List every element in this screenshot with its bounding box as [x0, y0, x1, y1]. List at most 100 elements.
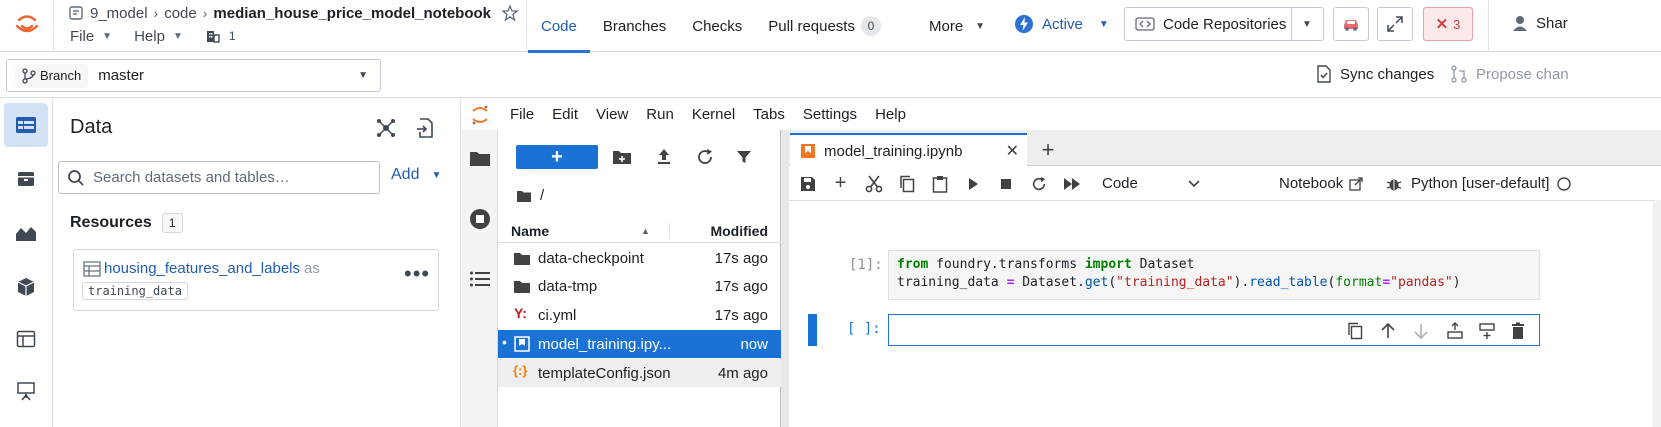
notebook-scrollbar[interactable]	[1653, 200, 1661, 427]
copy-icon	[899, 175, 914, 192]
upload-icon[interactable]	[656, 148, 672, 166]
jupyterlab: File Edit View Run Kernel Tabs Settings …	[462, 99, 1661, 427]
insert-cell-button[interactable]: +	[824, 167, 857, 201]
file-row[interactable]: Y: ci.yml 17s ago	[498, 301, 781, 329]
tab-branches[interactable]: Branches	[590, 0, 679, 52]
app-logo[interactable]	[0, 0, 53, 52]
sidebar-item-data[interactable]	[4, 103, 48, 147]
refresh-icon	[1032, 176, 1045, 190]
insert-above-icon[interactable]	[1446, 322, 1464, 340]
run-all-button[interactable]	[1055, 167, 1088, 201]
insert-below-icon[interactable]	[1478, 322, 1496, 340]
file-row[interactable]: {:} templateConfig.json 4m ago	[498, 359, 781, 387]
jupyter-menu-tabs[interactable]: Tabs	[753, 106, 785, 123]
sidebar-item-layout[interactable]	[4, 317, 48, 361]
move-down-icon[interactable]	[1413, 322, 1429, 340]
jupyter-menu-kernel[interactable]: Kernel	[692, 106, 735, 123]
branch-selector[interactable]: Branch master ▼	[6, 59, 381, 92]
plus-icon: +	[834, 172, 847, 194]
tab-code[interactable]: Code	[528, 0, 590, 53]
clipboard-icon	[932, 175, 947, 193]
graph-nodes-icon[interactable]	[375, 117, 397, 139]
resource-name-link[interactable]: housing_features_and_labels	[104, 260, 300, 277]
presentation-icon	[17, 382, 35, 401]
add-button[interactable]: Add ▼	[391, 166, 441, 184]
maximize-icon	[1387, 16, 1403, 32]
sidebar-item-presentation[interactable]	[4, 369, 48, 413]
jupyter-menu-file[interactable]: File	[510, 106, 534, 123]
jupyter-menu-view[interactable]: View	[596, 106, 628, 123]
propose-changes-button[interactable]: Propose chan	[1450, 65, 1569, 83]
close-icon[interactable]: ✕	[1006, 141, 1019, 161]
restart-button[interactable]	[1022, 167, 1055, 201]
dataset-search	[58, 161, 380, 194]
tab-pull-requests[interactable]: Pull requests 0	[755, 0, 894, 52]
folder-icon[interactable]	[469, 149, 491, 167]
code-repositories-button[interactable]: Code Repositories ▼	[1124, 7, 1324, 41]
running-kernels-icon[interactable]	[469, 208, 491, 230]
new-launcher-button[interactable]: +	[516, 145, 598, 169]
sync-changes-button[interactable]: Sync changes	[1316, 65, 1434, 83]
interrupt-button[interactable]	[989, 167, 1022, 201]
code-token: "pandas"	[1390, 275, 1453, 290]
star-icon[interactable]	[501, 4, 519, 22]
branch-bar: Branch master ▼ Sync changes Propose cha…	[0, 53, 1661, 98]
menu-file[interactable]: File	[70, 28, 94, 45]
move-up-icon[interactable]	[1380, 322, 1396, 340]
jupyter-menu-edit[interactable]: Edit	[552, 106, 578, 123]
jupyter-menu-settings[interactable]: Settings	[803, 106, 857, 123]
import-file-icon[interactable]	[415, 117, 435, 139]
menu-help[interactable]: Help	[134, 28, 165, 45]
branch-value: master	[98, 67, 145, 84]
jupyter-menu-run[interactable]: Run	[646, 106, 674, 123]
copy-button[interactable]	[890, 167, 923, 201]
tab-more[interactable]: More ▼	[916, 0, 998, 52]
file-row[interactable]: data-tmp 17s ago	[498, 272, 781, 300]
refresh-icon[interactable]	[696, 148, 714, 166]
kernel-name[interactable]: Python [user-default]	[1411, 175, 1549, 192]
filter-icon[interactable]	[736, 149, 752, 165]
paste-button[interactable]	[923, 167, 956, 201]
code-cell-input-active[interactable]	[888, 314, 1540, 346]
cut-button[interactable]	[857, 167, 890, 201]
delete-cell-icon[interactable]	[1511, 322, 1525, 340]
tab-checks[interactable]: Checks	[679, 0, 755, 52]
search-input[interactable]	[93, 169, 363, 186]
new-folder-icon[interactable]	[612, 149, 632, 165]
code-cell-input[interactable]: from foundry.transforms import Dataset t…	[888, 250, 1540, 300]
sidebar-item-objects[interactable]	[4, 265, 48, 309]
more-options-icon[interactable]: •••	[404, 263, 430, 285]
file-path[interactable]: /	[516, 187, 544, 204]
sidebar-item-packages[interactable]	[4, 157, 48, 201]
sidebar-item-charts[interactable]	[4, 211, 48, 255]
table-of-contents-icon[interactable]	[469, 270, 491, 288]
run-button[interactable]	[956, 167, 989, 201]
duplicate-cell-icon[interactable]	[1347, 322, 1363, 340]
notebook-tab[interactable]: model_training.ipynb ✕	[790, 133, 1027, 167]
errors-button[interactable]: ✕ 3	[1423, 7, 1473, 41]
file-row[interactable]: data-checkpoint 17s ago	[498, 244, 781, 272]
car-button[interactable]	[1333, 7, 1369, 41]
file-name: data-checkpoint	[538, 249, 644, 267]
jupyter-menu-help[interactable]: Help	[875, 106, 906, 123]
breadcrumb-item[interactable]: 9_model	[90, 5, 148, 22]
new-tab-button[interactable]: +	[1035, 137, 1061, 163]
dataset-table-icon	[83, 261, 101, 277]
bug-icon[interactable]	[1386, 176, 1402, 192]
column-modified[interactable]: Modified	[710, 223, 768, 239]
caret-down-icon: ▼	[975, 20, 986, 32]
open-notebook-link[interactable]: Notebook	[1279, 175, 1363, 192]
code-token: "training_data"	[1116, 275, 1234, 290]
resource-card[interactable]: housing_features_and_labels as training_…	[73, 249, 439, 311]
user-menu[interactable]: Shar	[1511, 14, 1568, 32]
caret-down-icon: ▼	[1302, 18, 1312, 30]
file-row-selected[interactable]: • model_training.ipy... now	[498, 330, 781, 358]
top-header: 9_model › code › median_house_price_mode…	[0, 0, 1661, 53]
cell-type-select[interactable]: Code	[1102, 175, 1202, 192]
fullscreen-button[interactable]	[1377, 7, 1413, 41]
status-dropdown[interactable]: Active ▼	[1014, 14, 1109, 34]
panel-splitter[interactable]	[781, 130, 789, 427]
save-button[interactable]	[791, 167, 824, 201]
breadcrumb-item[interactable]: code	[164, 5, 197, 22]
column-name[interactable]: Name	[511, 223, 549, 239]
